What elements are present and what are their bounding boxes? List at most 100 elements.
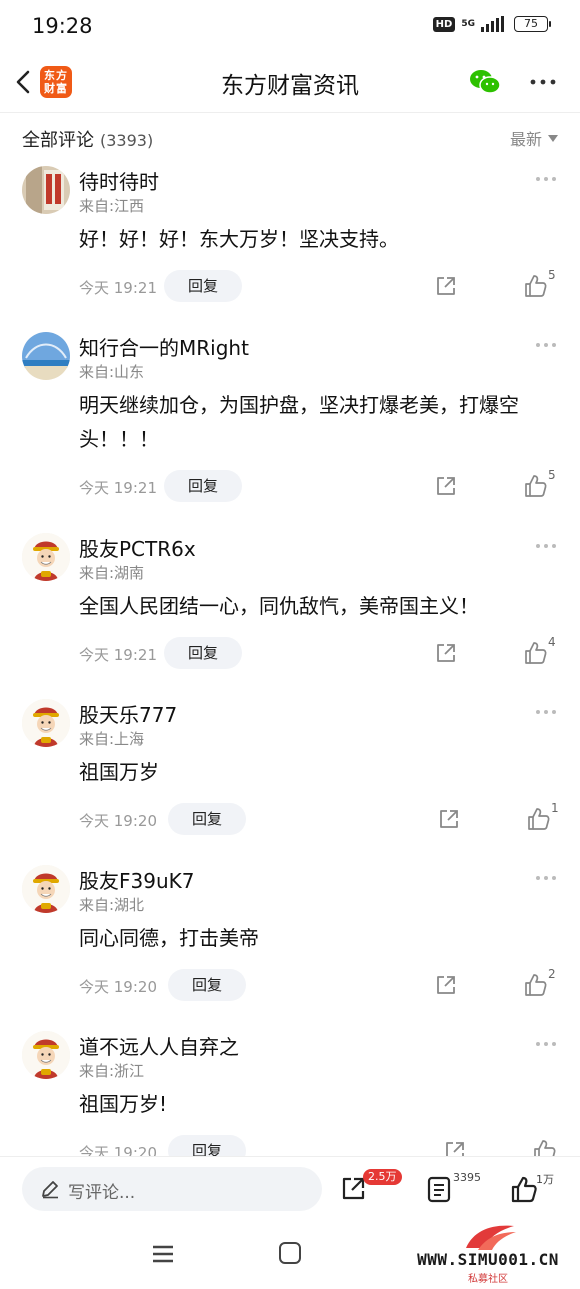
comment-location: 来自:山东 — [79, 363, 145, 381]
comment-total-count: 3395 — [453, 1171, 481, 1184]
comment-time: 今天 19:20 — [79, 812, 157, 830]
sort-dropdown[interactable]: 最新 — [510, 126, 558, 150]
watermark-logo — [466, 1225, 516, 1250]
sort-label: 最新 — [509, 130, 542, 149]
caret-down-icon — [548, 134, 558, 142]
like-count: 5 — [548, 268, 556, 282]
home-icon[interactable] — [279, 1242, 301, 1264]
like-icon[interactable] — [524, 274, 548, 298]
watermark: WWW.SIMU001.CN 私募社区 — [400, 1222, 576, 1286]
battery-icon: 75 — [514, 16, 551, 32]
comments-icon[interactable] — [425, 1175, 453, 1203]
more-icon[interactable] — [528, 72, 558, 92]
comment-username[interactable]: 知行合一的MRight — [79, 332, 249, 361]
comment-text-line: 同心同德，打击美帝 — [79, 926, 259, 950]
share-icon[interactable] — [435, 275, 457, 297]
comments-title: 全部评论 (3393) — [22, 126, 153, 152]
comment-text-line: 好！好！好！东大万岁！坚决支持。 — [79, 227, 399, 251]
comment-more-icon[interactable] — [534, 1040, 558, 1048]
like-total-count: 1万 — [536, 1173, 554, 1186]
battery-level: 75 — [524, 17, 538, 30]
share-icon[interactable] — [435, 642, 457, 664]
status-time: 19:28 — [32, 14, 93, 38]
comment-text-line: 祖国万岁 — [79, 760, 159, 784]
comment-text: 好！好！好！东大万岁！坚决支持。 — [79, 222, 559, 256]
share-icon[interactable] — [435, 974, 457, 996]
comment-username[interactable]: 待时待时 — [79, 166, 159, 195]
comment-username[interactable]: 道不远人人自弃之 — [79, 1031, 239, 1060]
comment-username[interactable]: 股友PCTR6x — [79, 533, 196, 562]
reply-button[interactable]: 回复 — [164, 270, 242, 302]
hd-icon: HD — [432, 16, 456, 32]
comment-location: 来自:湖南 — [79, 564, 145, 582]
avatar[interactable] — [22, 699, 70, 747]
share-icon[interactable] — [438, 808, 460, 830]
comment-location: 来自:上海 — [79, 730, 145, 748]
reply-button[interactable]: 回复 — [164, 637, 242, 669]
nav-bar: 东方财富资讯 东方 财富 — [0, 56, 580, 108]
like-icon[interactable] — [527, 807, 551, 831]
network-label: 5G — [461, 18, 475, 29]
comment-text-line: 祖国万岁! — [79, 1092, 168, 1116]
comments-count: (3393) — [100, 131, 154, 150]
comment-more-icon[interactable] — [534, 542, 558, 550]
comment-text-line: 全国人民团结一心，同仇敌忾，美帝国主义！ — [79, 594, 479, 618]
watermark-subtitle: 私募社区 — [468, 1274, 508, 1285]
like-count: 4 — [548, 635, 556, 649]
network-icon: 5G — [461, 18, 475, 29]
comment-time: 今天 19:20 — [79, 978, 157, 996]
like-icon[interactable] — [524, 973, 548, 997]
reply-button[interactable]: 回复 — [164, 470, 242, 502]
comment-time: 今天 19:21 — [79, 279, 157, 297]
avatar[interactable] — [22, 533, 70, 581]
signal-icon — [481, 16, 504, 32]
recent-apps-icon[interactable] — [152, 1244, 174, 1264]
comment-text: 同心同德，打击美帝 — [79, 921, 559, 955]
app-logo: 东方 财富 — [40, 66, 72, 98]
comment-input[interactable]: 写评论... — [22, 1167, 322, 1211]
like-icon[interactable] — [510, 1175, 538, 1203]
like-count: 2 — [548, 967, 556, 981]
avatar[interactable] — [22, 166, 70, 214]
comment-text: 全国人民团结一心，同仇敌忾，美帝国主义！ — [79, 589, 559, 623]
status-bar: 19:28 HD 5G 75 — [0, 0, 580, 56]
avatar[interactable] — [22, 865, 70, 913]
avatar[interactable] — [22, 1031, 70, 1079]
bottom-action-bar: 写评论... 2.5万 3395 1万 — [0, 1156, 580, 1222]
comment-location: 来自:浙江 — [79, 1062, 145, 1080]
like-count: 5 — [548, 468, 556, 482]
comment-text: 明天继续加仓，为国护盘，坚决打爆老美，打爆空 头！！！ — [79, 388, 559, 456]
comment-text: 祖国万岁 — [79, 755, 559, 789]
wechat-icon[interactable] — [468, 68, 502, 96]
reply-button[interactable]: 回复 — [168, 803, 246, 835]
divider — [0, 112, 580, 113]
reply-button[interactable]: 回复 — [168, 969, 246, 1001]
avatar[interactable] — [22, 332, 70, 380]
comment-more-icon[interactable] — [534, 874, 558, 882]
comment-text-line: 头！！！ — [79, 427, 159, 451]
comment-more-icon[interactable] — [534, 341, 558, 349]
comment-time: 今天 19:21 — [79, 646, 157, 664]
comment-username[interactable]: 股天乐777 — [79, 699, 177, 728]
comment-text: 祖国万岁! — [79, 1087, 559, 1121]
comments-header: 全部评论 (3393) 最新 — [0, 124, 580, 154]
status-indicators: HD 5G 75 — [432, 16, 551, 32]
share-icon[interactable] — [435, 475, 457, 497]
comment-more-icon[interactable] — [534, 175, 558, 183]
comment-time: 今天 19:21 — [79, 479, 157, 497]
pen-icon — [42, 1181, 58, 1199]
like-icon[interactable] — [524, 641, 548, 665]
watermark-text: WWW.SIMU001.CN — [417, 1250, 559, 1269]
like-icon[interactable] — [524, 474, 548, 498]
comment-location: 来自:湖北 — [79, 896, 145, 914]
comment-text-line: 明天继续加仓，为国护盘，坚决打爆老美，打爆空 — [79, 393, 519, 417]
like-count: 1 — [551, 801, 559, 815]
logo-line-2: 财富 — [44, 82, 68, 95]
comment-username[interactable]: 股友F39uK7 — [79, 865, 194, 894]
comment-more-icon[interactable] — [534, 708, 558, 716]
comment-input-placeholder: 写评论... — [68, 1183, 136, 1203]
system-nav-bar: WWW.SIMU001.CN 私募社区 — [0, 1222, 580, 1289]
logo-line-1: 东方 — [44, 69, 68, 82]
comment-location: 来自:江西 — [79, 197, 145, 215]
share-count-badge: 2.5万 — [363, 1169, 402, 1185]
